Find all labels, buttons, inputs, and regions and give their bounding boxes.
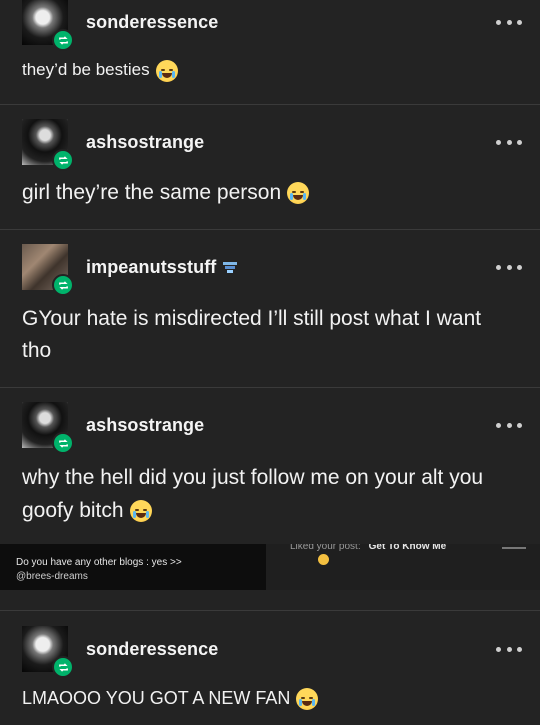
post-2: ashsostrange girl they’re the same perso… xyxy=(0,104,540,230)
more-options-icon[interactable] xyxy=(496,644,522,654)
embedded-handle: @brees-dreams xyxy=(16,571,88,582)
post-1: sonderessence they’d be besties xyxy=(0,0,540,105)
username[interactable]: ashsostrange xyxy=(86,415,204,436)
post-3: impeanutsstuff GYour hate is misdirected… xyxy=(0,229,540,388)
post-4: ashsostrange why the hell did you just f… xyxy=(0,387,540,544)
post-5: sonderessence LMAOOO YOU GOT A NEW FAN xyxy=(0,610,540,725)
liked-title: Get To Know Me xyxy=(368,544,447,552)
blog-badge-icon xyxy=(222,259,238,275)
username[interactable]: sonderessence xyxy=(86,639,218,660)
reblog-badge-icon xyxy=(52,274,74,296)
reblog-badge-icon xyxy=(52,432,74,454)
post-text: why the hell did you just follow me on y… xyxy=(22,466,484,522)
post-text: LMAOOO YOU GOT A NEW FAN xyxy=(22,688,291,708)
post-text: girl they’re the same person xyxy=(22,181,282,204)
embedded-notification: Liked your post: Get To Know Me xyxy=(290,544,446,552)
username[interactable]: ashsostrange xyxy=(86,132,204,153)
reblog-badge-icon xyxy=(52,656,74,678)
more-options-icon[interactable] xyxy=(496,137,522,147)
embedded-ask-panel: Do you have any other blogs : yes >> @br… xyxy=(0,544,266,590)
username[interactable]: sonderessence xyxy=(86,12,218,33)
crying-emoji-icon xyxy=(296,688,319,711)
liked-text: Liked your post: xyxy=(290,544,361,552)
avatar[interactable] xyxy=(22,0,74,51)
reblog-badge-icon xyxy=(52,29,74,51)
avatar[interactable] xyxy=(22,626,74,678)
more-options-icon[interactable] xyxy=(496,262,522,272)
divider xyxy=(502,547,526,549)
avatar[interactable] xyxy=(22,119,74,171)
avatar[interactable] xyxy=(22,402,74,454)
post-text: GYour hate is misdirected I’ll still pos… xyxy=(22,307,482,362)
username[interactable]: impeanutsstuff xyxy=(86,257,216,278)
smile-emoji-icon xyxy=(318,554,329,565)
crying-emoji-icon xyxy=(129,500,152,523)
reblog-badge-icon xyxy=(52,149,74,171)
laughing-tears-emoji-icon xyxy=(155,59,178,82)
more-options-icon[interactable] xyxy=(496,17,522,27)
embedded-question: Do you have any other blogs : yes >> xyxy=(16,557,182,568)
more-options-icon[interactable] xyxy=(496,420,522,430)
crying-emoji-icon xyxy=(287,182,310,205)
post-text: they’d be besties xyxy=(22,60,150,79)
avatar[interactable] xyxy=(22,244,74,296)
embedded-screenshot: Do you have any other blogs : yes >> @br… xyxy=(0,544,540,590)
